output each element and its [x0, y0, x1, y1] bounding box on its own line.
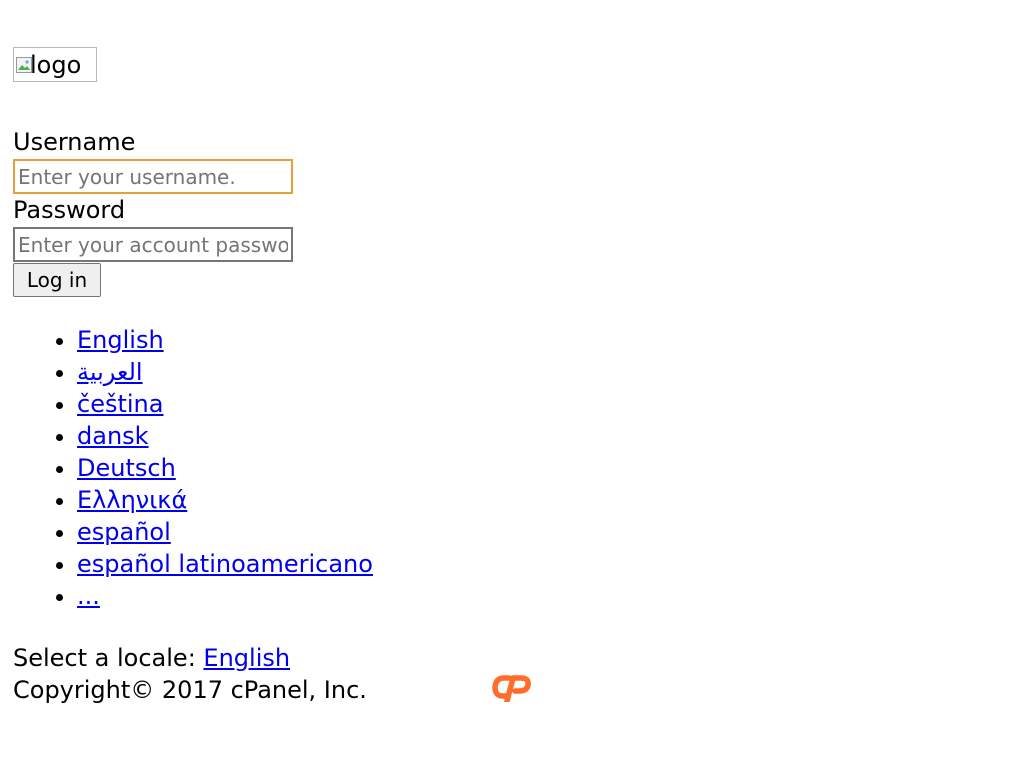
- language-link-english[interactable]: English: [77, 326, 164, 354]
- list-item: čeština: [77, 388, 373, 420]
- list-item: العربية: [77, 356, 373, 388]
- language-link-spanish[interactable]: español: [77, 518, 171, 546]
- list-item: Deutsch: [77, 452, 373, 484]
- language-link-german[interactable]: Deutsch: [77, 454, 176, 482]
- language-link-greek[interactable]: Ελληνικά: [77, 486, 187, 514]
- list-item: español latinoamericano: [77, 548, 373, 580]
- list-item: ...: [77, 580, 373, 612]
- login-button[interactable]: Log in: [13, 263, 101, 297]
- broken-logo-image: logo: [13, 47, 97, 82]
- cpanel-logo-icon: [492, 675, 531, 702]
- locale-selector: Select a locale: English: [13, 642, 290, 674]
- language-link-danish[interactable]: dansk: [77, 422, 149, 450]
- list-item: español: [77, 516, 373, 548]
- login-page: logo Username Password Log in English ال…: [0, 0, 1024, 768]
- language-link-spanish-latin-america[interactable]: español latinoamericano: [77, 550, 373, 578]
- more-languages-link[interactable]: ...: [77, 582, 100, 610]
- language-link-arabic[interactable]: العربية: [77, 358, 143, 386]
- current-locale-link[interactable]: English: [203, 644, 290, 672]
- logo-alt-text: logo: [30, 50, 82, 79]
- list-item: Ελληνικά: [77, 484, 373, 516]
- copyright-text: Copyright© 2017 cPanel, Inc.: [13, 676, 367, 704]
- password-field[interactable]: [13, 227, 293, 262]
- language-list: English العربية čeština dansk Deutsch Ελ…: [13, 324, 373, 612]
- language-link-czech[interactable]: čeština: [77, 390, 163, 418]
- list-item: English: [77, 324, 373, 356]
- password-label: Password: [13, 196, 126, 224]
- username-field[interactable]: [13, 159, 293, 194]
- list-item: dansk: [77, 420, 373, 452]
- locale-prefix: Select a locale:: [13, 644, 196, 672]
- username-label: Username: [13, 128, 136, 156]
